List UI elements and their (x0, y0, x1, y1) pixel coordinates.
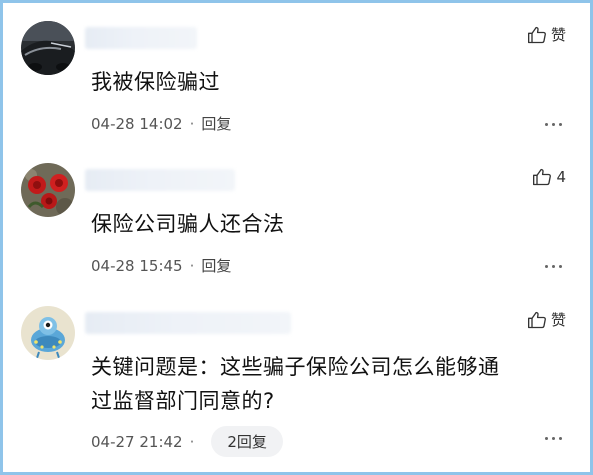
comment-meta: 04-27 21:42 · 2回复 (91, 426, 283, 457)
meta-separator: · (189, 256, 195, 275)
comment-text-line: 过监督部门同意的? (91, 389, 275, 413)
cartoon-character-avatar-icon (21, 306, 75, 360)
comment-item: 4 保险公司骗人还合法 04-28 15:45 · 回复 (3, 163, 590, 293)
comment-item: 赞 关键问题是：这些骗子保险公司怎么能够通 过监督部门同意的? 04-27 21… (3, 306, 590, 466)
avatar[interactable] (21, 21, 75, 75)
like-label: 赞 (550, 311, 566, 329)
comment-text: 保险公司骗人还合法 (91, 212, 285, 236)
reply-button[interactable]: 回复 (201, 255, 231, 276)
more-options-icon[interactable] (545, 123, 562, 126)
blurred-username (85, 312, 291, 334)
comment-meta: 04-28 14:02 · 回复 (91, 113, 231, 134)
blurred-username (85, 169, 235, 191)
thumbs-up-icon (532, 167, 552, 187)
meta-separator: · (189, 432, 195, 451)
car-photo-avatar-icon (21, 21, 75, 75)
thumbs-up-icon (527, 310, 547, 330)
blurred-username (85, 27, 197, 49)
comment-time: 04-28 15:45 (91, 256, 183, 275)
like-button[interactable]: 4 (532, 167, 566, 187)
comment-text: 我被保险骗过 (91, 70, 220, 94)
comment-text-line: 关键问题是：这些骗子保险公司怎么能够通 (91, 355, 500, 379)
comment-meta: 04-28 15:45 · 回复 (91, 255, 231, 276)
reply-count-button[interactable]: 2回复 (211, 426, 283, 457)
like-button[interactable]: 赞 (527, 310, 566, 330)
red-flowers-avatar-icon (21, 163, 75, 217)
comment-text: 关键问题是：这些骗子保险公司怎么能够通 过监督部门同意的? (91, 350, 560, 418)
more-options-icon[interactable] (545, 437, 562, 440)
like-count: 4 (556, 168, 566, 186)
reply-button[interactable]: 回复 (201, 113, 231, 134)
avatar[interactable] (21, 306, 75, 360)
comment-item: 赞 我被保险骗过 04-28 14:02 · 回复 (3, 21, 590, 149)
more-options-icon[interactable] (545, 265, 562, 268)
comment-list: 赞 我被保险骗过 04-28 14:02 · 回复 4 保险公司骗人还合法 04… (0, 0, 593, 475)
comment-time: 04-28 14:02 (91, 114, 183, 133)
like-label: 赞 (550, 26, 566, 44)
thumbs-up-icon (527, 25, 547, 45)
like-button[interactable]: 赞 (527, 25, 566, 45)
meta-separator: · (189, 114, 195, 133)
avatar[interactable] (21, 163, 75, 217)
comment-time: 04-27 21:42 (91, 432, 183, 451)
